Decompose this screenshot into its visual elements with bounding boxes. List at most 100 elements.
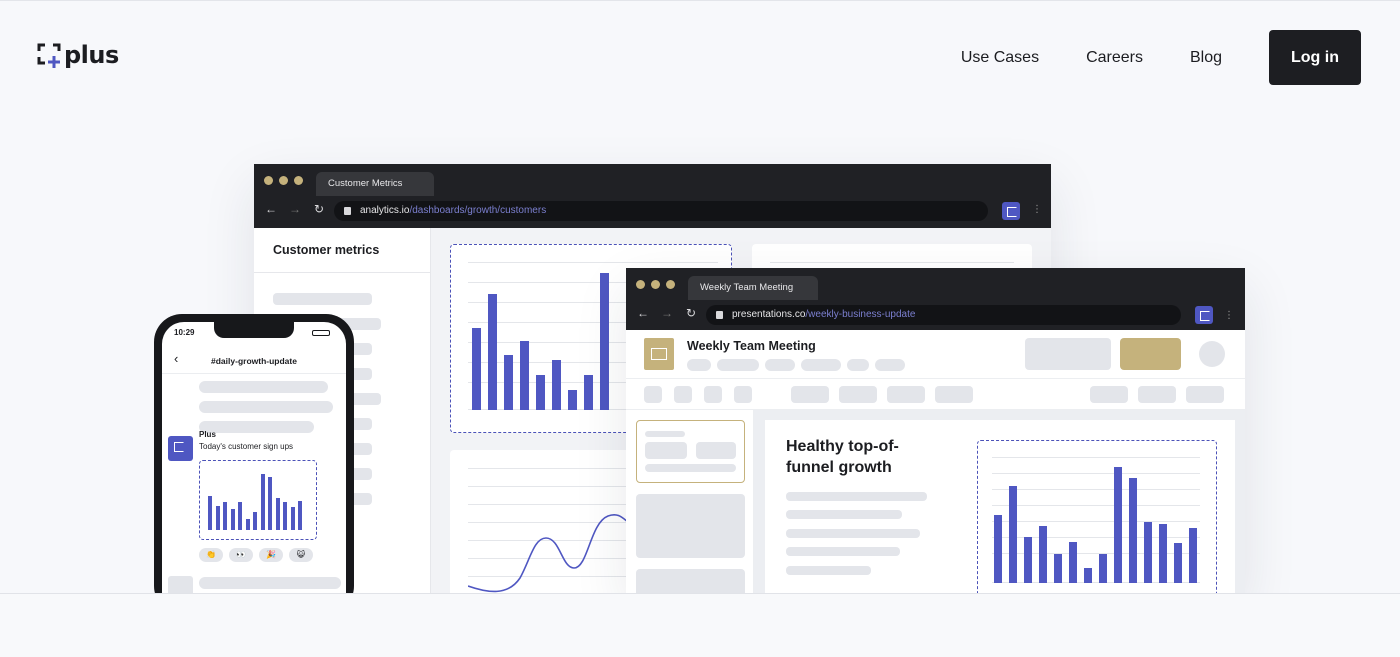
doc-icon — [644, 338, 674, 370]
slide-thumbnail[interactable] — [636, 494, 745, 558]
chart-bar — [520, 341, 529, 410]
sidebar-item[interactable] — [273, 293, 372, 305]
bar-chart — [992, 457, 1200, 583]
chart-bar — [268, 477, 272, 530]
top-border — [0, 0, 1400, 1]
chart-bar — [1099, 554, 1107, 583]
back-icon[interactable]: ← — [636, 306, 650, 320]
sender-name: Plus — [199, 430, 216, 439]
slide: Healthy top-of- funnel growth — [765, 420, 1235, 594]
tool-button[interactable] — [1186, 386, 1224, 403]
chart-bar — [275, 498, 280, 530]
tool-button[interactable] — [791, 386, 829, 403]
slide-canvas: Healthy top-of- funnel growth — [754, 410, 1245, 594]
url-path: /dashboards/growth/customers — [409, 205, 547, 216]
reaction-clap-icon[interactable]: 👏 — [199, 548, 223, 562]
tool-button[interactable] — [644, 386, 662, 403]
chart-bar — [994, 515, 1002, 583]
browser-tab[interactable]: Customer Metrics — [316, 172, 434, 196]
slide-thumbnail[interactable] — [636, 569, 745, 594]
plus-extension-icon[interactable] — [1002, 202, 1020, 220]
present-button[interactable] — [1120, 338, 1181, 370]
reaction-cat-icon[interactable]: 😺 — [289, 548, 313, 562]
formatting-toolbar — [626, 378, 1245, 410]
menu-item[interactable] — [875, 359, 905, 371]
slide-heading-line-1: Healthy top-of- — [786, 438, 899, 455]
chart-bar — [1009, 486, 1017, 583]
presentation-content: Weekly Team Meeting Healthy top-of- funn… — [626, 330, 1245, 594]
chart-bar — [600, 273, 609, 410]
chart-bar — [536, 375, 545, 410]
chart-bar — [568, 390, 577, 410]
doc-title: Weekly Team Meeting — [687, 339, 816, 353]
text-line — [786, 566, 871, 575]
chart-bar — [1114, 467, 1122, 583]
logo-bracket-icon — [37, 43, 61, 68]
reload-icon[interactable]: ↻ — [312, 202, 326, 216]
address-bar[interactable]: analytics.io/dashboards/growth/customers — [334, 201, 988, 221]
message-placeholder — [199, 401, 333, 413]
tool-button[interactable] — [935, 386, 973, 403]
chart-bar — [1174, 543, 1182, 583]
plus-extension-icon[interactable] — [1195, 306, 1213, 324]
chart-bar — [1024, 537, 1032, 583]
plus-logo[interactable]: plus — [37, 42, 119, 68]
lock-icon — [344, 207, 351, 215]
phone-screen: 10:29 ‹ #daily-growth-update Plus Today'… — [162, 322, 346, 622]
chart-bar — [238, 502, 242, 530]
address-bar[interactable]: presentations.co/weekly-business-update — [706, 305, 1181, 325]
menu-item[interactable] — [687, 359, 711, 371]
menu-item[interactable] — [765, 359, 795, 371]
tool-button[interactable] — [1138, 386, 1176, 403]
signal-icon — [312, 330, 330, 336]
highlight-outline — [977, 440, 1217, 594]
slide-thumbnail-active[interactable] — [636, 420, 745, 483]
tool-button[interactable] — [1090, 386, 1128, 403]
lock-icon — [716, 311, 723, 319]
tool-button[interactable] — [704, 386, 722, 403]
url-host: presentations.co — [732, 309, 806, 320]
login-button[interactable]: Log in — [1269, 30, 1361, 85]
main-nav: Use Cases Careers Blog Log in — [961, 30, 1361, 85]
highlight-outline — [199, 460, 317, 540]
tool-button[interactable] — [887, 386, 925, 403]
share-button[interactable] — [1025, 338, 1111, 370]
menu-item[interactable] — [717, 359, 759, 371]
phone-mockup: 10:29 ‹ #daily-growth-update Plus Today'… — [154, 314, 354, 622]
chart-bar — [1144, 522, 1152, 583]
nav-blog[interactable]: Blog — [1190, 49, 1222, 67]
back-icon[interactable]: ← — [264, 202, 278, 216]
menu-item[interactable] — [801, 359, 841, 371]
reaction-party-icon[interactable]: 🎉 — [259, 548, 283, 562]
plus-app-avatar — [168, 436, 193, 461]
menu-item[interactable] — [847, 359, 869, 371]
slide-panel — [626, 410, 754, 594]
user-avatar[interactable] — [1199, 341, 1225, 367]
window-controls — [636, 280, 681, 289]
sidebar-title: Customer metrics — [273, 243, 380, 257]
message-placeholder — [199, 577, 341, 589]
nav-use-cases[interactable]: Use Cases — [961, 49, 1039, 67]
nav-careers[interactable]: Careers — [1086, 49, 1143, 67]
chart-bar — [208, 496, 212, 530]
chart-bar — [552, 360, 561, 410]
menu-icon[interactable]: ⋮ — [1224, 310, 1234, 321]
channel-name: #daily-growth-update — [211, 356, 297, 366]
browser-chrome: Weekly Team Meeting ← → ↻ presentations.… — [626, 268, 1245, 330]
message-placeholder — [199, 421, 314, 433]
tool-button[interactable] — [674, 386, 692, 403]
forward-icon[interactable]: → — [288, 202, 302, 216]
browser-tab[interactable]: Weekly Team Meeting — [688, 276, 818, 300]
forward-icon[interactable]: → — [660, 306, 674, 320]
reload-icon[interactable]: ↻ — [684, 306, 698, 320]
tool-button[interactable] — [839, 386, 877, 403]
chart-bar — [504, 355, 513, 410]
page-section-divider — [0, 593, 1400, 657]
text-line — [786, 547, 900, 556]
reaction-eyes-icon[interactable]: 👀 — [229, 548, 253, 562]
chart-bar — [1084, 568, 1092, 583]
browser-chrome: Customer Metrics ← → ↻ analytics.io/dash… — [254, 164, 1051, 228]
tool-button[interactable] — [734, 386, 752, 403]
chart-bar — [1189, 528, 1197, 583]
menu-icon[interactable]: ⋮ — [1032, 204, 1042, 215]
